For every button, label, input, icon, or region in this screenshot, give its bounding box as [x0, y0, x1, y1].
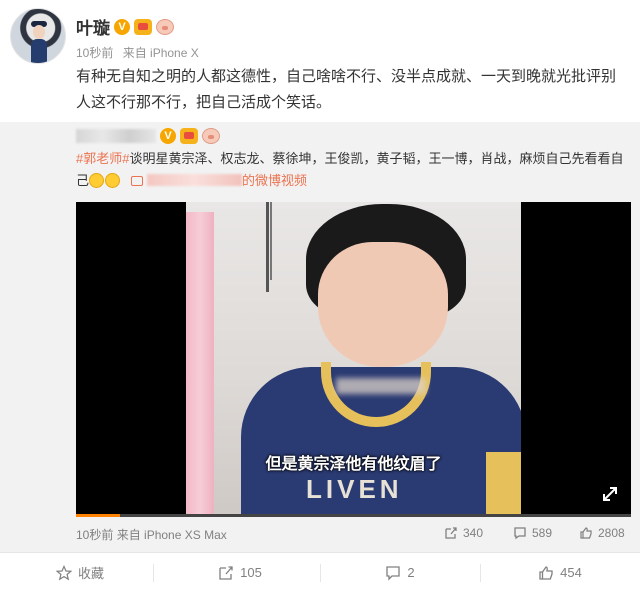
repost-text: #郭老师#谈明星黄宗泽、权志龙、蔡徐坤，王俊凯，黄子韬，王一博，肖战，麻烦自己先… [76, 148, 631, 192]
post-time[interactable]: 10秒前 [76, 46, 113, 60]
post-author-row: 叶璇 V [76, 14, 174, 39]
comment-icon [514, 527, 526, 540]
blurred-link-owner[interactable] [147, 174, 243, 186]
favorite-label: 收藏 [77, 566, 104, 581]
divider [153, 564, 154, 582]
repost-count: 105 [240, 565, 262, 580]
laugh-emoji-icon [105, 173, 121, 188]
verified-badge-icon: V [114, 18, 130, 35]
blurred-watermark [336, 378, 426, 394]
video-link-icon [131, 176, 144, 186]
repost-repost-count[interactable]: 340 [444, 526, 483, 540]
wall-pipe [266, 202, 269, 292]
comment-button[interactable]: 2 [320, 553, 480, 591]
post-meta: 10秒前 来自 iPhone X [76, 44, 205, 61]
pig-badge-icon [202, 128, 220, 144]
star-icon [55, 564, 72, 580]
like-button[interactable]: 454 [480, 553, 640, 591]
repost-button[interactable]: 105 [160, 553, 320, 591]
comment-icon [386, 565, 401, 581]
repost-time[interactable]: 10秒前 [76, 528, 113, 542]
verified-badge-icon: V [160, 128, 176, 144]
share-icon [219, 565, 233, 580]
thumbs-up-icon [539, 565, 553, 580]
avatar[interactable] [10, 8, 66, 64]
post-source: 来自 iPhone X [122, 46, 199, 60]
repost-author-row: V [76, 128, 220, 144]
pig-badge-icon [156, 18, 174, 35]
video-progress-bar[interactable] [76, 514, 631, 517]
repost-time-source: 10秒前 来自 iPhone XS Max [76, 526, 227, 543]
repost-comment-number: 589 [532, 526, 553, 540]
avatar-uniform [31, 39, 47, 63]
video-player[interactable]: LIVEN 但是黄宗泽他有他纹眉了 [76, 202, 631, 517]
blurred-author-name[interactable] [76, 129, 156, 143]
video-link[interactable]: 的微博视频 [242, 173, 307, 188]
repost-repost-number: 340 [463, 526, 484, 540]
comment-count: 2 [407, 565, 415, 580]
reposted-content: V #郭老师#谈明星黄宗泽、权志龙、蔡徐坤，王俊凯，黄子韬，王一博，肖战，麻烦自… [0, 122, 640, 552]
member-crown-icon [134, 18, 152, 35]
action-bar: 收藏 105 2 454 [0, 552, 640, 591]
repost-comment-count[interactable]: 589 [513, 526, 552, 540]
repost-like-number: 2808 [598, 526, 625, 540]
person-face [318, 242, 448, 367]
hashtag-link[interactable]: #郭老师# [76, 151, 129, 166]
avatar-head [33, 25, 45, 39]
fullscreen-icon[interactable] [601, 485, 619, 503]
repost-source: 来自 iPhone XS Max [116, 528, 227, 542]
shirt-print: LIVEN [306, 474, 403, 504]
thumbs-up-icon [580, 527, 592, 539]
laugh-emoji-icon [89, 173, 105, 188]
post-author-name[interactable]: 叶璇 [76, 14, 110, 39]
weibo-post: 叶璇 V 10秒前 来自 iPhone X 有种无自知之明的人都这德性，自己啥啥… [0, 0, 640, 122]
member-crown-icon [180, 128, 198, 144]
share-icon [445, 527, 457, 539]
favorite-button[interactable]: 收藏 [0, 553, 160, 591]
repost-like-count[interactable]: 2808 [579, 526, 625, 540]
post-text: 有种无自知之明的人都这德性，自己啥啥不行、没半点成就、一天到晚就光批评别人这不行… [76, 68, 617, 111]
like-count: 454 [560, 565, 582, 580]
video-subtitle: 但是黄宗泽他有他纹眉了 [265, 456, 442, 473]
wall-cable [270, 202, 272, 280]
video-progress-fill [76, 514, 121, 517]
